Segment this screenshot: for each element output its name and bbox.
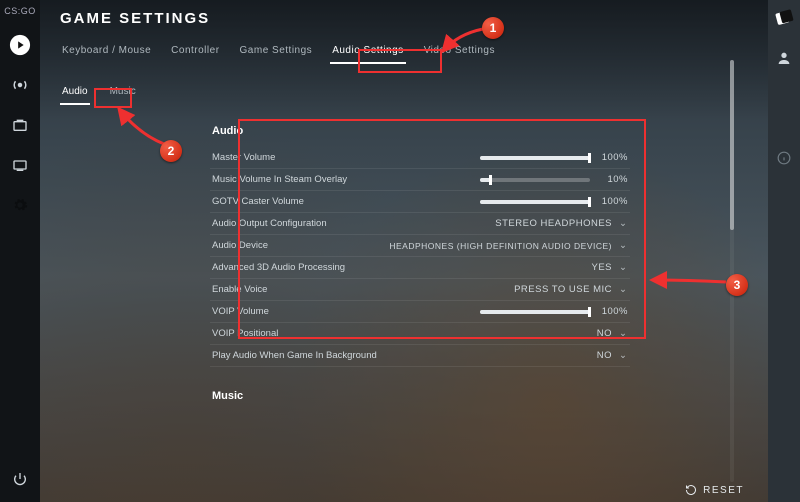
broadcast-icon[interactable] bbox=[9, 74, 31, 96]
slider-voip-volume[interactable] bbox=[480, 310, 590, 314]
inventory-icon[interactable] bbox=[9, 114, 31, 136]
value-gotv-caster: 100% bbox=[596, 196, 628, 207]
annotation-arrow-3 bbox=[648, 270, 728, 295]
slider-gotv-caster[interactable] bbox=[480, 200, 590, 204]
row-music-overlay: Music Volume In Steam Overlay 10% bbox=[210, 169, 630, 191]
chevron-down-icon: ⌄ bbox=[618, 240, 628, 251]
app-logo: CS:GO bbox=[4, 6, 36, 16]
main-panel: GAME SETTINGS Keyboard / Mouse Controlle… bbox=[40, 0, 768, 502]
tab-game-settings[interactable]: Game Settings bbox=[238, 41, 315, 64]
settings-gear-icon[interactable] bbox=[9, 194, 31, 216]
label-audio-device: Audio Device bbox=[212, 240, 389, 251]
audio-settings-panel: Audio Master Volume 100% Music Volume In… bbox=[210, 125, 630, 407]
watch-icon[interactable] bbox=[9, 154, 31, 176]
slider-music-overlay[interactable] bbox=[480, 178, 590, 182]
section-title-music: Music bbox=[210, 385, 630, 407]
label-play-bg: Play Audio When Game In Background bbox=[212, 350, 597, 361]
slider-master-volume[interactable] bbox=[480, 156, 590, 160]
value-adv-3d: YES bbox=[591, 262, 612, 273]
scrollbar[interactable] bbox=[730, 60, 734, 482]
annotation-badge-1: 1 bbox=[482, 17, 504, 39]
chevron-down-icon: ⌄ bbox=[618, 218, 628, 229]
page-title: GAME SETTINGS bbox=[60, 10, 748, 27]
section-title-audio: Audio bbox=[212, 125, 630, 137]
subtab-audio[interactable]: Audio bbox=[60, 84, 90, 103]
annotation-badge-3: 3 bbox=[726, 274, 748, 296]
info-icon[interactable] bbox=[774, 148, 794, 168]
row-play-bg[interactable]: Play Audio When Game In Background NO ⌄ bbox=[210, 345, 630, 367]
label-voip-positional: VOIP Positional bbox=[212, 328, 597, 339]
annotation-badge-2: 2 bbox=[160, 140, 182, 162]
value-music-overlay: 10% bbox=[596, 174, 628, 185]
label-adv-3d: Advanced 3D Audio Processing bbox=[212, 262, 591, 273]
label-output-config: Audio Output Configuration bbox=[212, 218, 495, 229]
sub-tabs: Audio Music bbox=[60, 84, 748, 103]
value-master-volume: 100% bbox=[596, 152, 628, 163]
subtab-music[interactable]: Music bbox=[108, 84, 138, 103]
tab-controller[interactable]: Controller bbox=[169, 41, 221, 64]
label-master-volume: Master Volume bbox=[212, 152, 480, 163]
right-rail bbox=[768, 0, 800, 502]
chevron-down-icon: ⌄ bbox=[618, 284, 628, 295]
row-gotv-caster: GOTV Caster Volume 100% bbox=[210, 191, 630, 213]
reset-label: RESET bbox=[703, 485, 744, 496]
scrollbar-thumb[interactable] bbox=[730, 60, 734, 230]
value-voip-volume: 100% bbox=[596, 306, 628, 317]
refresh-icon bbox=[685, 484, 697, 496]
value-audio-device: HEADPHONES (HIGH DEFINITION AUDIO DEVICE… bbox=[389, 241, 612, 251]
overlay-logo-icon[interactable] bbox=[774, 8, 794, 28]
row-voip-volume: VOIP Volume 100% bbox=[210, 301, 630, 323]
row-output-config[interactable]: Audio Output Configuration STEREO HEADPH… bbox=[210, 213, 630, 235]
value-enable-voice: PRESS TO USE MIC bbox=[514, 284, 612, 295]
value-output-config: STEREO HEADPHONES bbox=[495, 218, 612, 229]
tab-keyboard-mouse[interactable]: Keyboard / Mouse bbox=[60, 41, 153, 64]
row-audio-device[interactable]: Audio Device HEADPHONES (HIGH DEFINITION… bbox=[210, 235, 630, 257]
label-gotv-caster: GOTV Caster Volume bbox=[212, 196, 480, 207]
label-music-overlay: Music Volume In Steam Overlay bbox=[212, 174, 480, 185]
chevron-down-icon: ⌄ bbox=[618, 328, 628, 339]
chevron-down-icon: ⌄ bbox=[618, 262, 628, 273]
tab-audio-settings[interactable]: Audio Settings bbox=[330, 41, 406, 64]
reset-button[interactable]: RESET bbox=[685, 484, 744, 496]
label-enable-voice: Enable Voice bbox=[212, 284, 514, 295]
row-adv-3d[interactable]: Advanced 3D Audio Processing YES ⌄ bbox=[210, 257, 630, 279]
label-voip-volume: VOIP Volume bbox=[212, 306, 480, 317]
value-play-bg: NO bbox=[597, 350, 612, 361]
value-voip-positional: NO bbox=[597, 328, 612, 339]
play-icon[interactable] bbox=[9, 34, 31, 56]
top-tabs: Keyboard / Mouse Controller Game Setting… bbox=[60, 41, 748, 64]
row-voip-positional[interactable]: VOIP Positional NO ⌄ bbox=[210, 323, 630, 345]
row-enable-voice[interactable]: Enable Voice PRESS TO USE MIC ⌄ bbox=[210, 279, 630, 301]
tab-video-settings[interactable]: Video Settings bbox=[422, 41, 497, 64]
row-master-volume: Master Volume 100% bbox=[210, 147, 630, 169]
power-icon[interactable] bbox=[9, 468, 31, 490]
user-icon[interactable] bbox=[774, 48, 794, 68]
left-rail: CS:GO bbox=[0, 0, 40, 502]
chevron-down-icon: ⌄ bbox=[618, 350, 628, 361]
